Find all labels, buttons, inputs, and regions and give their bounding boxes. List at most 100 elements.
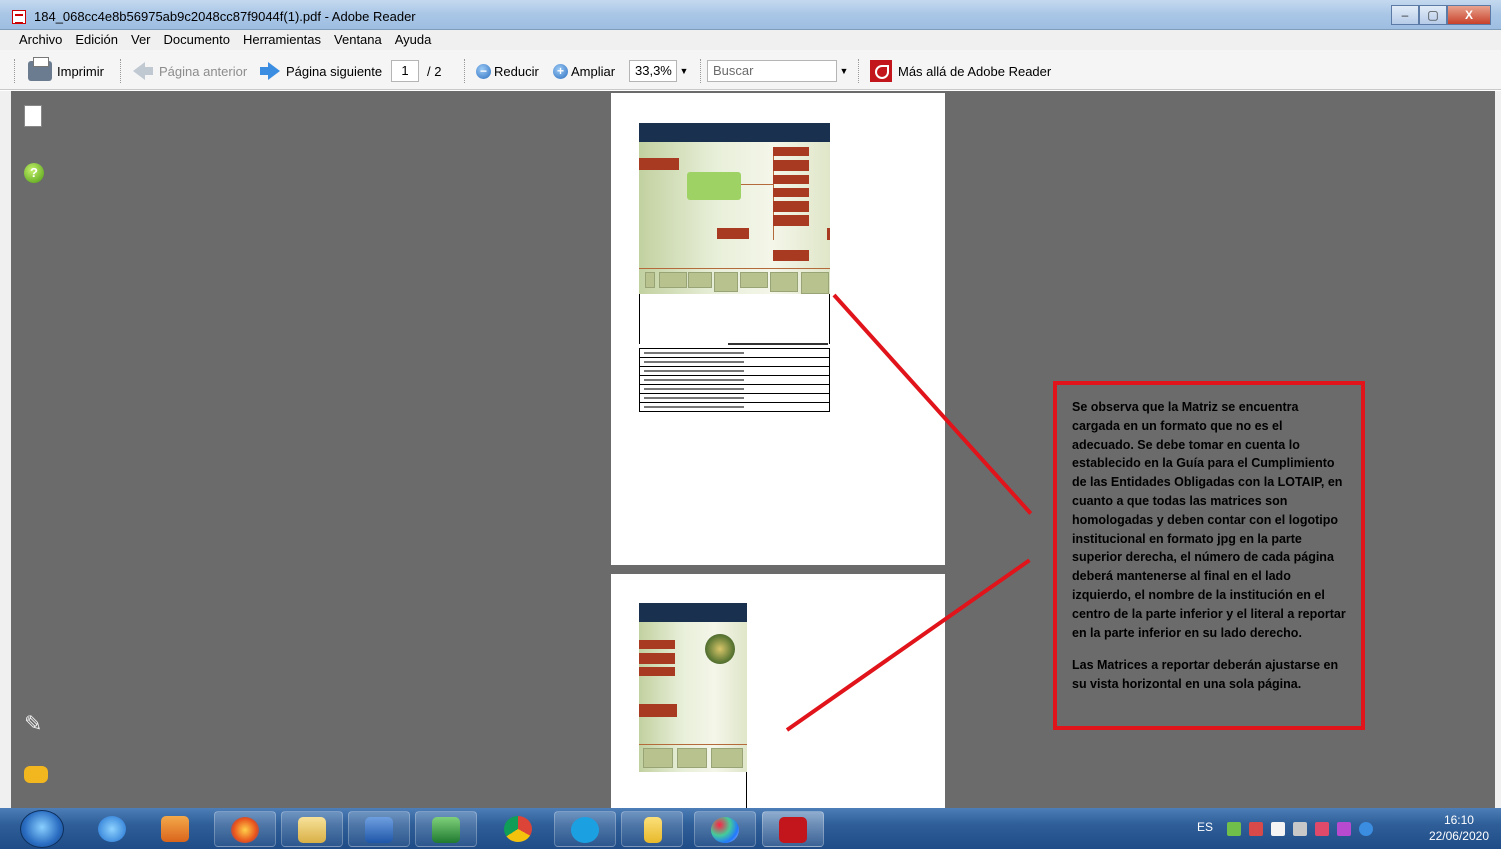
org-chart-box (639, 158, 679, 170)
window-titlebar: 184_068cc4e8b56975ab9c2048cc87f9044f(1).… (0, 0, 1501, 30)
menu-herramientas[interactable]: Herramientas (236, 30, 327, 47)
org-chart-unit (688, 272, 712, 288)
next-page-label: Página siguiente (286, 63, 383, 79)
menu-ayuda[interactable]: Ayuda (388, 30, 438, 47)
internet-explorer-icon (98, 816, 126, 842)
org-chart-box (827, 228, 830, 240)
chevron-down-icon[interactable]: ▼ (677, 60, 691, 82)
toolbar-grip[interactable] (14, 59, 17, 83)
zoom-in-label: Ampliar (571, 63, 616, 79)
menu-edicion[interactable]: Edición (68, 30, 124, 47)
windows-taskbar: ES 16:10 22/06/2020 (0, 808, 1501, 849)
outlook-icon (161, 816, 189, 842)
taskbar-firefox[interactable] (214, 811, 276, 847)
taskbar-folder[interactable] (621, 811, 683, 847)
org-chart-connector (639, 744, 747, 745)
org-chart-box (773, 250, 809, 261)
org-chart-unit (770, 272, 798, 292)
org-chart-box (773, 175, 809, 184)
system-tray: ES 16:10 22/06/2020 (1181, 808, 1501, 849)
org-chart-image (639, 622, 747, 772)
org-chart-box (773, 160, 809, 171)
clock[interactable]: 16:10 22/06/2020 (1429, 812, 1489, 844)
table-row (639, 367, 830, 376)
menu-ver[interactable]: Ver (124, 30, 157, 47)
attachment-icon[interactable]: ✎ (24, 711, 42, 737)
table-border (746, 772, 747, 808)
clock-date: 22/06/2020 (1428, 829, 1489, 843)
table-row (639, 358, 830, 367)
search-input[interactable]: Buscar (707, 60, 837, 82)
toolbar: Imprimir Página anterior Página siguient… (0, 50, 1501, 90)
taskbar-internet-explorer[interactable] (82, 811, 144, 847)
taskbar-word[interactable] (348, 811, 410, 847)
page-total: / 2 (427, 63, 442, 79)
taskbar-paint[interactable] (694, 811, 756, 847)
network-icon[interactable] (1227, 822, 1241, 836)
page-thumbnails-icon[interactable] (24, 105, 42, 127)
org-chart-main-box (687, 172, 741, 200)
page-number-input[interactable]: 1 (391, 60, 419, 82)
pdf-page-2[interactable] (611, 574, 945, 808)
zoom-in-icon: + (553, 63, 568, 79)
taskbar-chrome[interactable] (488, 811, 550, 847)
firefox-icon (231, 817, 259, 843)
print-label: Imprimir (57, 63, 104, 79)
word-icon (365, 817, 393, 843)
clock-time: 16:10 (1443, 813, 1474, 827)
printer-tray-icon[interactable] (1249, 822, 1263, 836)
language-indicator[interactable]: ES (1197, 820, 1213, 834)
window-controls: – ▢ X (1391, 5, 1491, 25)
maximize-button[interactable]: ▢ (1419, 5, 1447, 25)
taskbar-excel[interactable] (415, 811, 477, 847)
start-button[interactable] (20, 810, 64, 848)
adobe-pdf-icon (870, 60, 892, 82)
zoom-in-button[interactable]: + Ampliar (553, 60, 615, 82)
zoom-value-field[interactable]: 33,3% (629, 60, 677, 82)
org-chart-unit (711, 748, 743, 768)
taskbar-skype[interactable] (554, 811, 616, 847)
minimize-button[interactable]: – (1391, 5, 1419, 25)
org-chart-box (773, 201, 809, 212)
taskbar-adobe-reader[interactable] (762, 811, 824, 847)
adobe-reader-icon (779, 817, 807, 843)
sync-icon[interactable] (1359, 822, 1373, 836)
help-icon[interactable]: ? (24, 163, 44, 183)
taskbar-outlook[interactable] (145, 811, 207, 847)
page-header-band (639, 603, 747, 622)
org-chart-box (639, 704, 677, 717)
menu-archivo[interactable]: Archivo (0, 30, 68, 47)
menu-documento[interactable]: Documento (157, 30, 236, 47)
page-header-band (639, 123, 830, 142)
search-dropdown-icon[interactable]: ▼ (837, 60, 851, 82)
next-page-button[interactable]: Página siguiente (260, 60, 382, 82)
org-chart-box (639, 640, 675, 649)
annotation-paragraph-2: Las Matrices a reportar deberán ajustars… (1072, 658, 1339, 692)
menu-ventana[interactable]: Ventana (327, 30, 388, 47)
comments-icon[interactable] (24, 766, 48, 783)
previous-page-button[interactable]: Página anterior (133, 60, 247, 82)
org-chart-connector (639, 268, 830, 269)
zoom-selector[interactable]: 33,3% ▼ (629, 60, 691, 82)
zoom-out-button[interactable]: − Reducir (476, 60, 539, 82)
print-button[interactable]: Imprimir (28, 57, 104, 82)
folder-icon (644, 817, 662, 843)
pdf-page-1[interactable] (611, 93, 945, 565)
security-icon[interactable] (1315, 822, 1329, 836)
toolbar-separator (700, 59, 703, 83)
more-adobe-button[interactable]: Más allá de Adobe Reader (870, 60, 1051, 82)
volume-icon[interactable] (1293, 822, 1307, 836)
flag-icon[interactable] (1271, 822, 1285, 836)
close-button[interactable]: X (1447, 5, 1491, 25)
zoom-out-icon: − (476, 63, 491, 79)
search-box[interactable]: Buscar ▼ (707, 60, 851, 82)
app-tray-icon[interactable] (1337, 822, 1351, 836)
org-chart-unit (659, 272, 687, 288)
table-row (639, 385, 830, 394)
chrome-icon (504, 816, 532, 842)
right-edge (1495, 91, 1501, 808)
table-row (639, 349, 830, 358)
arrow-right-shaft (260, 67, 268, 75)
taskbar-file-explorer[interactable] (281, 811, 343, 847)
table-row (639, 403, 830, 412)
